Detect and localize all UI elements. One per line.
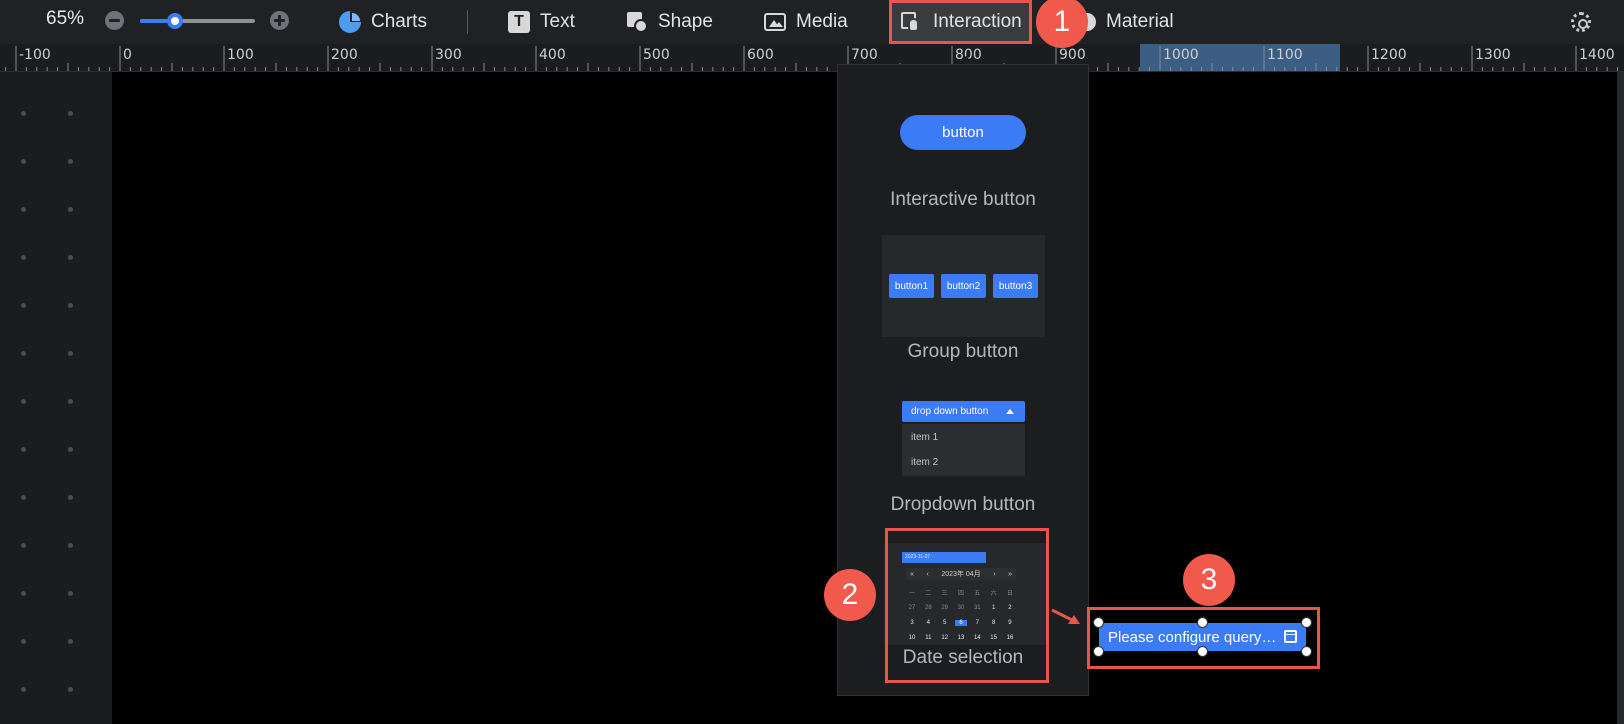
toolbar-divider — [467, 10, 468, 34]
grid-dot — [21, 351, 26, 356]
grid-dot — [68, 495, 73, 500]
dropdown-button-preview[interactable]: drop down button — [902, 401, 1025, 422]
ruler-label: 500 — [643, 47, 670, 63]
grid-dot — [68, 639, 73, 644]
grid-dot — [68, 687, 73, 692]
ruler-label: 300 — [435, 47, 462, 63]
grid-dot — [21, 207, 26, 212]
grid-dot — [68, 399, 73, 404]
callout-box-3 — [1087, 607, 1320, 669]
grid-dot — [21, 639, 26, 644]
horizontal-ruler: -100 0 100 200 300 400 500 600 700 800 900 1000 1100… — [0, 44, 1624, 72]
grid-dot — [21, 159, 26, 164]
callout-box-2 — [885, 528, 1049, 683]
ruler-label: 600 — [747, 47, 774, 63]
grid-dot — [21, 303, 26, 308]
ruler-label: 400 — [539, 47, 566, 63]
grid-dot — [68, 159, 73, 164]
grid-dot — [68, 111, 73, 116]
ruler-label: 100 — [227, 47, 254, 63]
dropdown-button-label[interactable]: Dropdown button — [838, 494, 1088, 516]
ruler-label: 1300 — [1475, 47, 1511, 63]
grid-dot — [21, 447, 26, 452]
callout-number-3: 3 — [1183, 554, 1235, 606]
toolbar-media-label: Media — [796, 11, 848, 32]
ruler-label: 1200 — [1371, 47, 1407, 63]
grid-dot — [68, 543, 73, 548]
grid-dot — [21, 495, 26, 500]
ruler-label: 200 — [331, 47, 358, 63]
grid-dot — [68, 591, 73, 596]
grid-dot — [21, 111, 26, 116]
zoom-in-icon[interactable] — [270, 11, 289, 30]
group-button-label[interactable]: Group button — [838, 341, 1088, 363]
grid-dot — [68, 303, 73, 308]
callout-number-2: 2 — [824, 569, 876, 621]
toolbar-shape-label: Shape — [658, 11, 713, 32]
zoom-slider[interactable] — [140, 13, 255, 29]
grid-dot — [21, 543, 26, 548]
top-toolbar: 65% Charts T Text Shape Media Interactio… — [0, 0, 1624, 44]
text-icon: T — [508, 11, 530, 33]
zoom-level: 65% — [46, 8, 85, 29]
toolbar-text-label: Text — [540, 11, 575, 32]
group-button-1: button1 — [889, 274, 934, 298]
arrow-icon — [1051, 608, 1080, 624]
ruler-label: 1000 — [1163, 47, 1199, 63]
interactive-button-label[interactable]: Interactive button — [838, 189, 1088, 211]
left-sidebar — [0, 72, 112, 724]
grid-dot — [21, 687, 26, 692]
grid-dot — [68, 351, 73, 356]
toolbar-charts-label: Charts — [371, 11, 427, 32]
ruler-label: 900 — [1059, 47, 1086, 63]
image-icon — [764, 13, 786, 31]
shape-icon — [626, 11, 648, 33]
grid-dot — [68, 447, 73, 452]
pie-chart-icon — [339, 11, 361, 33]
toolbar-text[interactable]: T Text — [508, 0, 575, 44]
grid-dot — [21, 399, 26, 404]
ruler-label: -100 — [19, 47, 51, 63]
toolbar-material[interactable]: Material — [1078, 0, 1174, 44]
ruler-label: 700 — [851, 47, 878, 63]
toolbar-shape[interactable]: Shape — [626, 0, 713, 44]
toolbar-charts[interactable]: Charts — [339, 0, 427, 44]
grid-dot — [21, 591, 26, 596]
gear-icon[interactable] — [1571, 12, 1591, 32]
grid-dot — [68, 207, 73, 212]
ruler-label: 0 — [123, 47, 132, 63]
dropdown-preview-item: item 2 — [911, 457, 939, 468]
toolbar-material-label: Material — [1106, 11, 1174, 32]
group-button-2: button2 — [941, 274, 986, 298]
group-button-3: button3 — [993, 274, 1038, 298]
callout-box-1 — [889, 0, 1032, 44]
ruler-label: 1400 — [1579, 47, 1615, 63]
vertical-scrollbar[interactable] — [1617, 72, 1624, 724]
group-button-preview[interactable]: button1 button2 button3 — [882, 235, 1045, 337]
grid-dot — [21, 255, 26, 260]
ruler-label: 1100 — [1267, 47, 1303, 63]
dropdown-preview-item: item 1 — [911, 432, 939, 443]
zoom-out-icon[interactable] — [105, 11, 124, 30]
toolbar-media[interactable]: Media — [764, 0, 848, 44]
interactive-button-preview[interactable]: button — [900, 115, 1026, 150]
zoom-slider-handle[interactable] — [166, 13, 183, 29]
grid-dot — [68, 255, 73, 260]
dropdown-preview-list: item 1 item 2 — [902, 424, 1025, 476]
